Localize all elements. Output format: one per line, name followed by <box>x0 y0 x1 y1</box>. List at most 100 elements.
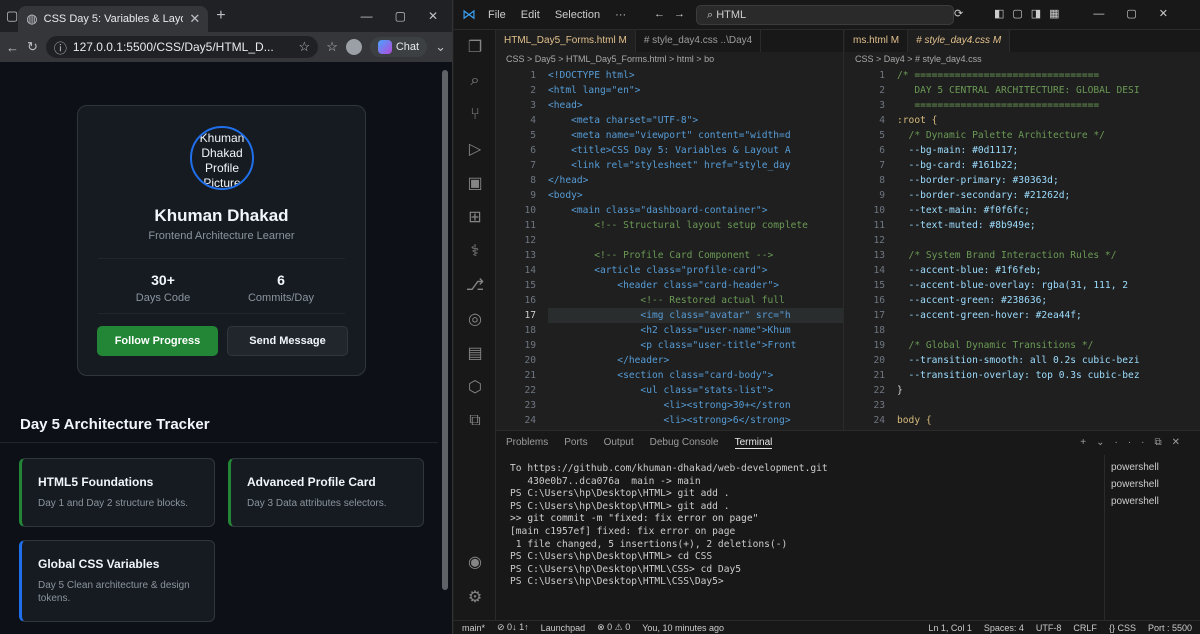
code-line[interactable]: <link rel="stylesheet" href="style_day <box>548 158 843 173</box>
terminal-instance[interactable]: powershell <box>1111 493 1194 510</box>
code-line[interactable]: --accent-green: #238636; <box>897 293 1200 308</box>
code-line[interactable]: --transition-smooth: all 0.2s cubic-bezi <box>897 353 1200 368</box>
code-line[interactable]: <main class="dashboard-container"> <box>548 203 843 218</box>
code-line[interactable]: --text-muted: #8b949e; <box>897 218 1200 233</box>
favorites-icon[interactable]: ☆ <box>326 39 338 55</box>
code-line[interactable]: /* ================================ <box>897 68 1200 83</box>
code-editor-right[interactable]: 1 /* ================================ 2 DA… <box>845 68 1200 428</box>
status-item[interactable]: You, 10 minutes ago <box>642 623 724 633</box>
send-message-button[interactable]: Send Message <box>227 326 348 356</box>
code-line[interactable]: DAY 5 CENTRAL ARCHITECTURE: GLOBAL DESI <box>897 83 1200 98</box>
close-tab-icon[interactable]: ✕ <box>189 11 200 27</box>
docker-icon[interactable]: ◎ <box>454 302 496 336</box>
diagram-icon[interactable]: ⧉ <box>454 404 496 438</box>
chevron-down-icon[interactable]: ⌄ <box>435 39 446 55</box>
code-line[interactable]: <p class="user-title">Front <box>548 338 843 353</box>
code-line[interactable]: <meta name="viewport" content="width=d <box>548 128 843 143</box>
status-item[interactable]: CRLF <box>1073 623 1097 633</box>
panel-tab-output[interactable]: Output <box>604 437 634 449</box>
terminal-output[interactable]: To https://github.com/khuman-dhakad/web-… <box>496 455 1200 597</box>
code-line[interactable]: --border-secondary: #21262d; <box>897 188 1200 203</box>
run-debug-icon[interactable]: ▷ <box>454 132 496 166</box>
code-line[interactable]: <!DOCTYPE html> <box>548 68 843 83</box>
code-line[interactable]: <header class="card-header"> <box>548 278 843 293</box>
code-line[interactable]: --bg-main: #0d1117; <box>897 143 1200 158</box>
menu-selection[interactable]: Selection <box>555 9 600 21</box>
code-editor-left[interactable]: 1 <!DOCTYPE html> 2 <html lang="en"> 3 <head>… <box>496 68 843 428</box>
code-line[interactable]: ================================ <box>897 98 1200 113</box>
status-item[interactable]: {} CSS <box>1109 623 1136 633</box>
status-item[interactable]: Launchpad <box>541 623 586 633</box>
code-line[interactable]: <meta charset="UTF-8"> <box>548 113 843 128</box>
code-line[interactable]: /* Dynamic Palette Architecture */ <box>897 128 1200 143</box>
code-line[interactable]: <section class="card-body"> <box>548 368 843 383</box>
window-close-icon[interactable]: ✕ <box>428 9 438 23</box>
nav-back-icon[interactable]: ← <box>654 8 665 20</box>
page-scrollbar[interactable] <box>438 62 452 634</box>
code-line[interactable]: } <box>897 383 1200 398</box>
tab-style-day4[interactable]: # style_day4.css ..\Day4 <box>636 30 762 52</box>
menu-edit[interactable]: Edit <box>521 9 540 21</box>
minimize-icon[interactable]: — <box>361 9 373 23</box>
account-avatar[interactable]: ◉ <box>454 545 496 579</box>
site-info-icon[interactable]: ⓘ <box>54 38 67 57</box>
code-line[interactable]: --accent-green-hover: #2ea44f; <box>897 308 1200 323</box>
status-item[interactable]: Port : 5500 <box>1148 623 1192 633</box>
package-icon[interactable]: ⬡ <box>454 370 496 404</box>
source-control-icon[interactable]: ⑂ <box>454 98 496 132</box>
code-line[interactable]: /* Global Dynamic Transitions */ <box>897 338 1200 353</box>
reload-icon[interactable]: ↻ <box>27 39 38 55</box>
status-item[interactable]: Spaces: 4 <box>984 623 1024 633</box>
terminal-instance[interactable]: powershell <box>1111 476 1194 493</box>
follow-progress-button[interactable]: Follow Progress <box>97 326 218 356</box>
tab-html-day5[interactable]: HTML_Day5_Forms.html M <box>496 30 636 52</box>
terminal-instance[interactable]: powershell <box>1111 459 1194 476</box>
code-line[interactable]: --text-main: #f0f6fc; <box>897 203 1200 218</box>
code-line[interactable]: body { <box>897 413 1200 428</box>
new-tab-icon[interactable]: + <box>216 7 225 25</box>
maximize-icon[interactable]: ▢ <box>395 9 406 23</box>
panel-tab-ports[interactable]: Ports <box>564 437 587 449</box>
tab-style-day4-active[interactable]: # style_day4.css M <box>908 30 1011 52</box>
explorer-icon[interactable]: ❐ <box>454 30 496 64</box>
panel-tab-terminal[interactable]: Terminal <box>734 437 773 449</box>
breadcrumb-left[interactable]: CSS > Day5 > HTML_Day5_Forms.html > html… <box>496 52 843 68</box>
chat-button[interactable]: Chat <box>369 37 428 57</box>
code-line[interactable]: <li><strong>30+</stron <box>548 398 843 413</box>
search-icon[interactable]: ⌕ <box>454 64 496 98</box>
command-center[interactable]: ⌕ HTML <box>696 5 954 25</box>
code-line[interactable]: /* System Brand Interaction Rules */ <box>897 248 1200 263</box>
panel-tab-debug-console[interactable]: Debug Console <box>650 437 719 449</box>
code-line[interactable]: <!-- Restored actual full <box>548 293 843 308</box>
code-line[interactable]: <!-- Profile Card Component --> <box>548 248 843 263</box>
panel-actions[interactable]: +⌄···⧉✕ <box>1080 437 1190 449</box>
status-item[interactable]: Ln 1, Col 1 <box>928 623 972 633</box>
tab-html-forms[interactable]: ms.html M <box>845 30 909 52</box>
code-line[interactable]: </header> <box>548 353 843 368</box>
code-line[interactable]: <head> <box>548 98 843 113</box>
back-icon[interactable]: ← <box>6 40 19 55</box>
profile-avatar-icon[interactable] <box>345 39 362 55</box>
code-line[interactable]: --accent-blue: #1f6feb; <box>897 263 1200 278</box>
code-line[interactable]: </head> <box>548 173 843 188</box>
scroll-thumb[interactable] <box>442 70 448 590</box>
nav-forward-icon[interactable]: → <box>674 8 685 20</box>
code-line[interactable]: <title>CSS Day 5: Variables & Layout A <box>548 143 843 158</box>
code-line[interactable]: --accent-blue-overlay: rgba(31, 111, 2 <box>897 278 1200 293</box>
remote-explorer-icon[interactable]: ▣ <box>454 166 496 200</box>
status-item[interactable]: UTF-8 <box>1036 623 1062 633</box>
breadcrumb-right[interactable]: CSS > Day4 > # style_day4.css <box>845 52 1200 68</box>
code-line[interactable]: <ul class="stats-list"> <box>548 383 843 398</box>
code-line[interactable]: <body> <box>548 188 843 203</box>
status-item[interactable]: ⊘ 0↓ 1↑ <box>497 622 529 633</box>
python-icon[interactable]: ⚕ <box>454 234 496 268</box>
star-icon[interactable]: ☆ <box>299 39 311 55</box>
git-graph-icon[interactable]: ⎇ <box>454 268 496 302</box>
menu-file[interactable]: File <box>488 9 506 21</box>
code-line[interactable]: <html lang="en"> <box>548 83 843 98</box>
extensions-icon[interactable]: ⊞ <box>454 200 496 234</box>
code-line[interactable]: --transition-overlay: top 0.3s cubic-bez <box>897 368 1200 383</box>
layout-toggle-icons[interactable]: ◧▢◨▦ <box>994 7 1068 20</box>
browser-tab[interactable]: ◍ CSS Day 5: Variables & Layout Arc ✕ <box>18 6 209 32</box>
code-line[interactable]: <article class="profile-card"> <box>548 263 843 278</box>
